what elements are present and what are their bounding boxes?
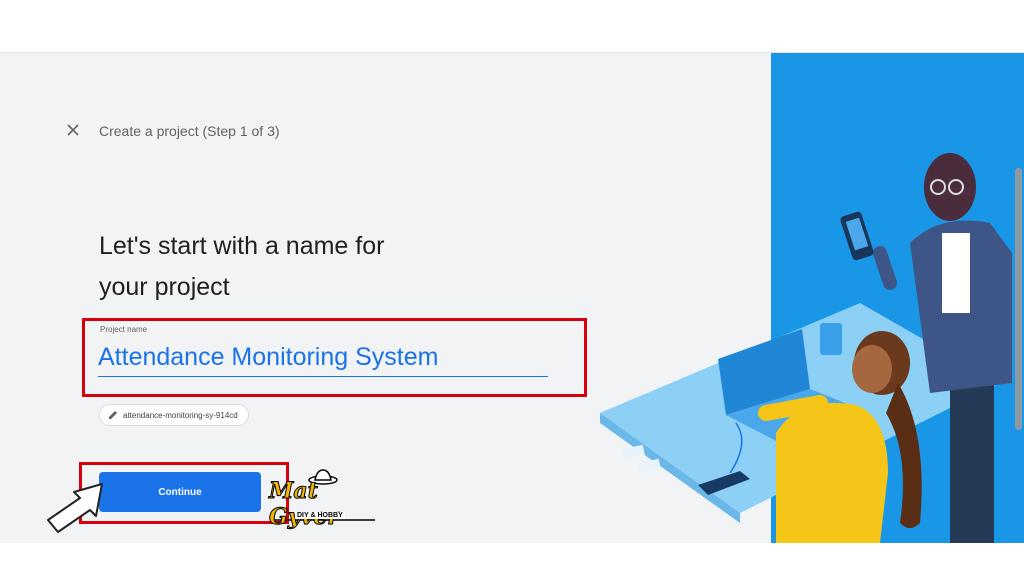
page-heading: Let's start with a name for your project xyxy=(99,226,519,308)
close-icon[interactable] xyxy=(64,121,82,139)
man-arm xyxy=(873,246,897,290)
watermark-title: Mat Gyver xyxy=(269,478,340,531)
heading-line-1: Let's start with a name for xyxy=(99,232,385,260)
man-shirt xyxy=(942,233,970,313)
project-id-chip[interactable]: attendance-monitoring-sy-914cd xyxy=(99,404,249,426)
cup xyxy=(820,323,842,355)
woman-arm xyxy=(758,395,828,421)
step-title: Create a project (Step 1 of 3) xyxy=(99,123,280,139)
pointer-arrow-icon xyxy=(47,483,103,533)
man-legs xyxy=(950,383,994,543)
paper-2 xyxy=(637,458,661,474)
heading-line-2: your project xyxy=(99,273,230,301)
project-id-text: attendance-monitoring-sy-914cd xyxy=(123,410,238,420)
pencil-icon xyxy=(109,411,117,419)
project-illustration xyxy=(600,53,1024,543)
woman-face xyxy=(852,345,892,393)
woman-shirt xyxy=(776,402,888,543)
paper-1 xyxy=(621,444,645,460)
scrollbar-thumb[interactable] xyxy=(1015,168,1022,430)
watermark-subtitle: DIY & HOBBY xyxy=(295,512,345,519)
highlight-box-project-name xyxy=(82,318,587,397)
watermark-logo: Mat Gyver DIY & HOBBY xyxy=(263,468,383,531)
